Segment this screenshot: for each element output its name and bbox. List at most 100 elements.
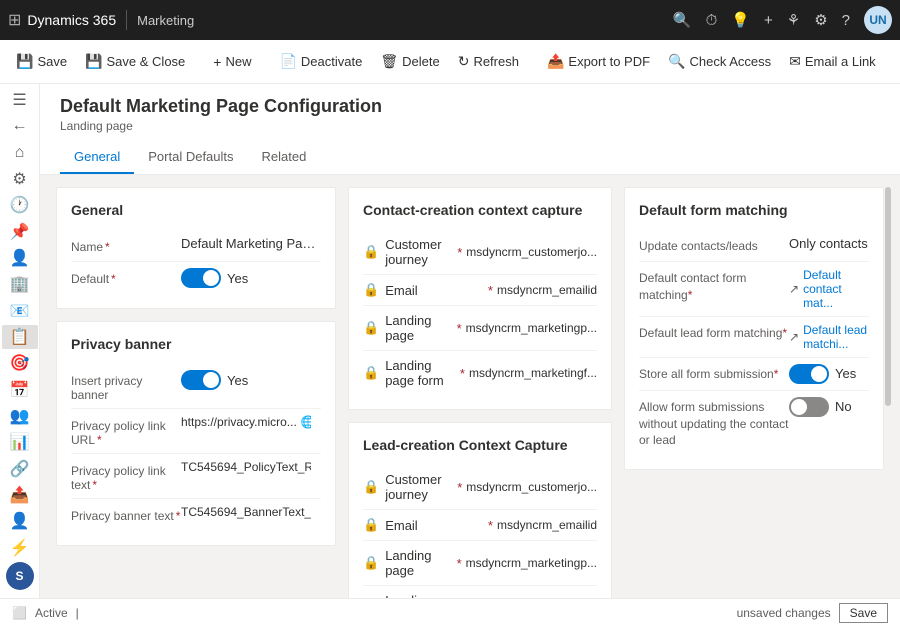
nav-user[interactable]: S [6,562,34,590]
delete-icon: 🗑 [380,53,398,70]
field-privacy-url: Privacy policy link URL* https://privacy… [71,409,321,454]
nav-links[interactable]: 🔗 [2,457,38,481]
new-button[interactable]: + New [205,48,259,76]
flow-button[interactable]: → Flow ▾ [896,48,900,76]
default-contact-form-link[interactable]: Default contact mat... [803,268,869,310]
default-label: Default* [71,268,181,286]
user-avatar[interactable]: UN [864,6,892,34]
lock-icon-2: 🔒 [363,320,379,336]
default-lead-form-link[interactable]: Default lead matchi... [803,323,869,351]
search-icon[interactable]: 🔍 [673,11,692,29]
insert-privacy-value: Yes [181,370,321,390]
nav-automation[interactable]: ⚡ [2,536,38,560]
globe-icon: 🌐 [301,415,311,429]
refresh-button[interactable]: ↻ Refresh [450,47,527,76]
nav-calendar[interactable]: 📅 [2,378,38,402]
check-access-button[interactable]: 🔍 Check Access [660,47,779,76]
nav-segments[interactable]: 🎯 [2,351,38,375]
allow-submissions-switch[interactable] [789,397,829,417]
cc-required-2: * [457,321,462,336]
tab-portal-defaults[interactable]: Portal Defaults [134,141,247,174]
nav-contacts[interactable]: 👤 [2,246,38,270]
default-toggle-switch[interactable] [181,268,221,288]
allow-submissions-toggle[interactable]: No [789,397,852,417]
cc-value-3[interactable]: msdyncrm_marketingf... [469,366,597,380]
store-submission-toggle[interactable]: Yes [789,364,856,384]
nav-email[interactable]: 📧 [2,299,38,323]
dfm-row-3: Store all form submission* Yes [639,358,869,391]
default-toggle[interactable]: Yes [181,268,248,288]
lc-value-0[interactable]: msdyncrm_customerjo... [466,480,597,494]
insert-privacy-label: Insert privacy banner [71,370,181,402]
default-form-title: Default form matching [639,202,869,218]
cc-value-1[interactable]: msdyncrm_emailid [497,283,597,297]
statusbar-save-button[interactable]: Save [839,603,888,623]
export-pdf-button[interactable]: 📤 Export to PDF [539,47,658,76]
dfm-label-0: Update contacts/leads [639,236,789,255]
grid-icon[interactable]: ⊞ [8,10,21,30]
dfm-value-1: ↗ Default contact mat... [789,268,869,310]
cc-value-0[interactable]: msdyncrm_customerjo... [466,245,597,259]
tab-general[interactable]: General [60,141,134,174]
save-icon: 💾 [16,53,33,70]
privacy-banner-text-label: Privacy banner text* [71,505,181,523]
nav-export[interactable]: 📤 [2,483,38,507]
nav-home[interactable]: ⌂ [2,141,38,165]
insert-privacy-knob [203,372,219,388]
status-text: Active [35,606,68,620]
lc-row-1: 🔒 Email * msdyncrm_emailid [363,510,597,541]
deactivate-button[interactable]: 📄 Deactivate [271,47,370,76]
delete-button[interactable]: 🗑 Delete [372,47,447,76]
new-icon[interactable]: + [764,12,773,29]
page-title: Default Marketing Page Configuration [60,96,880,117]
cc-required-0: * [457,245,462,260]
field-privacy-link-text: Privacy policy link text* TC545694_Polic… [71,454,321,499]
app-logo[interactable]: ⊞ Dynamics 365 Marketing [8,10,194,30]
lc-label-2: Landing page [385,548,452,578]
dfm-row-2: Default lead form matching* ↗ Default le… [639,317,869,358]
filter-icon[interactable]: ⚘ [787,11,800,29]
nav-back[interactable]: ← [2,114,38,138]
privacy-url-value[interactable]: https://privacy.micro... 🌐 [181,415,311,429]
question-icon[interactable]: ? [842,12,850,29]
store-submission-label: Yes [835,366,856,381]
field-insert-privacy: Insert privacy banner Yes [71,364,321,409]
privacy-link-text-value[interactable]: TC545694_PolicyText_Rng [181,460,311,474]
cc-value-2[interactable]: msdyncrm_marketingp... [466,321,597,335]
default-toggle-label: Yes [227,271,248,286]
name-value[interactable]: Default Marketing Page ... [181,236,321,251]
settings-icon[interactable]: ⚙ [814,11,827,29]
cc-label-3: Landing page form [385,358,456,388]
insert-privacy-switch[interactable] [181,370,221,390]
dfm-row-0: Update contacts/leads Only contacts [639,230,869,262]
nav-profile[interactable]: 👤 [2,509,38,533]
contact-link-icon: ↗ [789,282,799,296]
store-submission-switch[interactable] [789,364,829,384]
email-link-button[interactable]: ✉ Email a Link [781,47,884,76]
nav-forms[interactable]: 📋 [2,325,38,349]
nav-settings[interactable]: ⚙ [2,167,38,191]
save-close-button[interactable]: 💾 Save & Close [77,47,193,76]
lead-creation-card: Lead-creation Context Capture 🔒 Customer… [348,422,612,598]
privacy-card-title: Privacy banner [71,336,321,352]
timer-icon[interactable]: ⏱ [706,12,718,29]
insert-privacy-toggle[interactable]: Yes [181,370,248,390]
left-nav: ☰ ← ⌂ ⚙ 🕐 📌 👤 🏢 📧 📋 🎯 📅 👥 📊 🔗 📤 👤 ⚡ S [0,84,40,598]
nav-recent[interactable]: 🕐 [2,193,38,217]
nav-pinned[interactable]: 📌 [2,220,38,244]
nav-accounts[interactable]: 🏢 [2,272,38,296]
privacy-url-label: Privacy policy link URL* [71,415,181,447]
lc-lock-1: 🔒 [363,517,379,533]
privacy-banner-text-value[interactable]: TC545694_BannerText_TjO [181,505,311,519]
help-icon[interactable]: 💡 [731,11,750,29]
lc-value-2[interactable]: msdyncrm_marketingp... [466,556,597,570]
save-button[interactable]: 💾 Save [8,47,75,76]
nav-analytics[interactable]: 📊 [2,430,38,454]
right-scrollbar[interactable] [884,187,892,586]
name-required: * [105,240,110,254]
nav-teams[interactable]: 👥 [2,404,38,428]
lc-value-1[interactable]: msdyncrm_emailid [497,518,597,532]
dfm-value-4: No [789,397,869,417]
nav-menu[interactable]: ☰ [2,88,38,112]
tab-related[interactable]: Related [248,141,321,174]
